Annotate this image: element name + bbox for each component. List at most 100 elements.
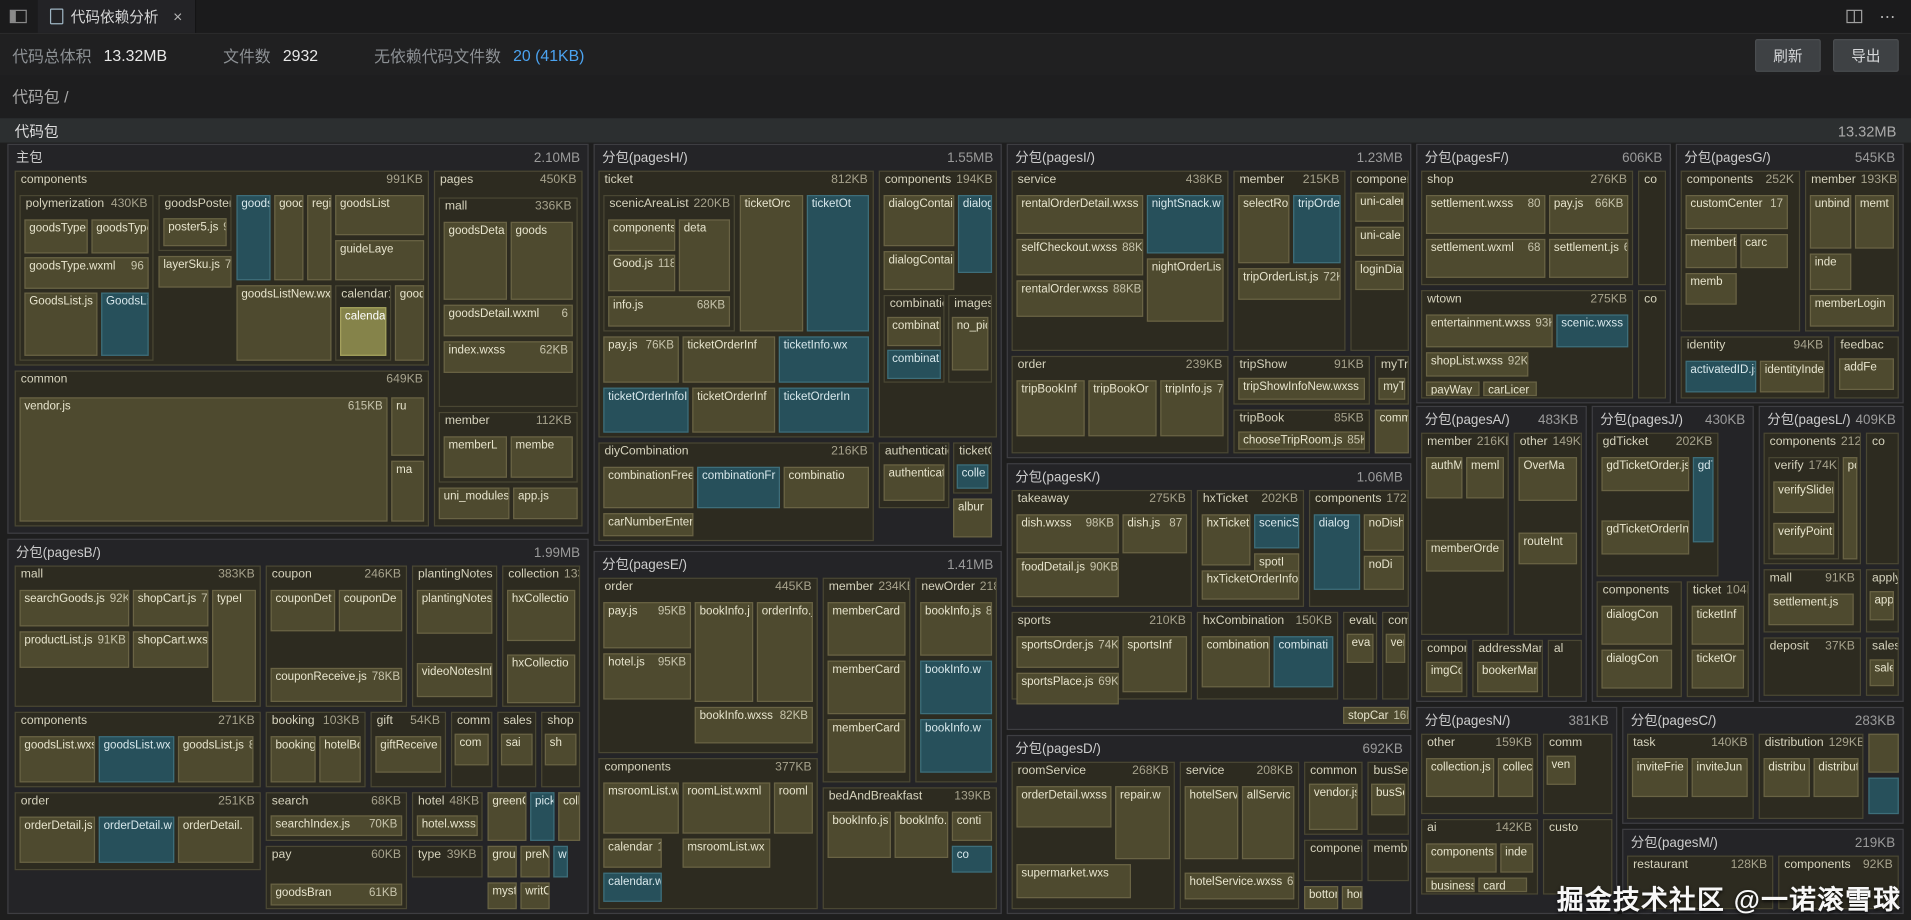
- cell-deposit[interactable]: deposit 37KB: [1763, 637, 1862, 696]
- cell-nightsnack.w[interactable]: nightSnack.w: [1146, 195, 1224, 254]
- cell-business[interactable]: business: [1425, 877, 1475, 893]
- cell-rooml[interactable]: rooml: [773, 782, 813, 834]
- cell-ticketinf[interactable]: ticketInf: [1691, 605, 1745, 645]
- cell-dialogcon[interactable]: dialogCon: [1601, 605, 1673, 645]
- cell-bookinfo.w[interactable]: bookInfo.w: [920, 719, 993, 773]
- cell-gdti[interactable]: gdTi: [1692, 457, 1714, 543]
- cell-plantingnotes[interactable]: plantingNotes: [416, 589, 493, 634]
- cell-roomlist.wxml[interactable]: roomList.wxml: [682, 782, 771, 834]
- cell-couponreceive.js[interactable]: couponReceive.js 78KB: [270, 667, 403, 702]
- cell-distribut[interactable]: distribut: [1813, 758, 1859, 798]
- cell-代码包[interactable]: 代码包 13.32MB: [0, 118, 1911, 143]
- cell-bookinfo.js[interactable]: bookInfo.js: [827, 811, 891, 858]
- cell-memb[interactable]: memb: [1685, 273, 1737, 305]
- cell-scenics[interactable]: scenicS: [1254, 514, 1300, 549]
- cell-goodslist.js[interactable]: GoodsList.js89KB: [24, 292, 98, 356]
- cell-hotelboo[interactable]: hotelBoo: [319, 736, 361, 783]
- cell-nodish[interactable]: noDish: [1363, 514, 1404, 551]
- cell-mytri[interactable]: myTri: [1378, 377, 1406, 400]
- cell-dialogcon[interactable]: dialogCon: [1601, 649, 1673, 689]
- cell-dialogcontaine[interactable]: dialogContaine: [883, 195, 955, 247]
- cell-dish.wxss[interactable]: dish.wxss 98KB: [1016, 514, 1119, 554]
- cell-eva[interactable]: eva: [1346, 633, 1374, 663]
- cell-goodstype.wxml[interactable]: goodsType.wxml 96: [24, 257, 149, 289]
- cell-productlist.js[interactable]: productList.js 91KB: [19, 631, 130, 668]
- cell-com[interactable]: com: [454, 733, 489, 766]
- cell-ru[interactable]: ru: [391, 397, 425, 456]
- cell-rentalorderdetail.wxss[interactable]: rentalOrderDetail.wxss: [1016, 195, 1144, 234]
- cell-poster5.js[interactable]: poster5.js 99KB: [163, 218, 227, 247]
- cell-no-pic.pr[interactable]: no_pic.pr: [951, 316, 989, 371]
- cell-goodslist.js[interactable]: goodsList.js 8: [177, 736, 254, 783]
- cell-preno[interactable]: preNo: [520, 845, 550, 878]
- cell-greenck[interactable]: greenCk: [487, 792, 527, 841]
- cell-colle[interactable]: colle: [558, 792, 581, 841]
- cell-good.js[interactable]: Good.js 118KB: [608, 254, 676, 292]
- cell-tripbookor[interactable]: tripBookOr: [1088, 380, 1157, 437]
- cell-goodslist.wx[interactable]: goodsList.wx: [98, 736, 175, 783]
- cell-bookinfo.js[interactable]: bookInfo.js 8: [920, 602, 993, 656]
- cell-combinati[interactable]: combinati: [887, 316, 941, 347]
- cell-combination[interactable]: combination: [1201, 636, 1270, 688]
- cell-mystery[interactable]: mystery: [487, 882, 517, 910]
- cell-distribu[interactable]: distribu: [1763, 758, 1810, 798]
- cell-guidelaye[interactable]: guideLaye: [335, 240, 425, 281]
- cell-hotel.wxss[interactable]: hotel.wxss: [416, 815, 478, 837]
- cell-tripbookinf[interactable]: tripBookInf: [1016, 380, 1085, 437]
- cell-dialogcontaine[interactable]: dialogContaine: [883, 251, 955, 291]
- cell-components[interactable]: components62KB: [608, 219, 676, 252]
- cell-fooddetail.js[interactable]: foodDetail.js 90KB: [1016, 558, 1119, 598]
- cell-co[interactable]: co: [1638, 170, 1667, 286]
- cell-shoplist.wxss[interactable]: shopList.wxss 92KB: [1425, 352, 1529, 377]
- cell-ticketorderinf[interactable]: ticketOrderInf: [682, 336, 776, 383]
- cell-nightorderlis[interactable]: nightOrderLis: [1146, 258, 1224, 322]
- cell-hxcollectio[interactable]: hxCollectio: [507, 589, 576, 642]
- cell-coupondet[interactable]: couponDet: [270, 589, 336, 632]
- cell-ticketorderinf[interactable]: ticketOrderInf: [692, 387, 776, 433]
- cell-dialog[interactable]: dialog: [957, 195, 993, 273]
- cell-collectic[interactable]: collectic: [1497, 758, 1534, 798]
- cell-msroomlist.wx[interactable]: msroomList.wx: [603, 782, 679, 834]
- cell-combinatio[interactable]: combinatio: [783, 466, 869, 509]
- cell-entertainment.wxss[interactable]: entertainment.wxss 93K: [1425, 314, 1553, 348]
- cell-inde[interactable]: inde: [1500, 843, 1534, 873]
- cell-bookinfo.w[interactable]: bookInfo.w: [920, 660, 993, 715]
- cell-scenic.wxss[interactable]: scenic.wxss: [1556, 314, 1629, 348]
- cell-sale[interactable]: sale: [1869, 659, 1894, 687]
- cell-goodslist.w[interactable]: GoodsList.w: [101, 292, 149, 356]
- cell-calenda[interactable]: calenda: [340, 307, 387, 356]
- cell-pc[interactable]: pc: [1842, 457, 1858, 560]
- cell-blank[interactable]: [1868, 733, 1899, 773]
- cell-ticketorderin[interactable]: ticketOrderIn: [778, 387, 869, 433]
- cell-nodi[interactable]: noDi: [1363, 555, 1404, 590]
- split-editor-icon[interactable]: [1846, 9, 1863, 24]
- cell-goodslist.wxss[interactable]: goodsList.wxss: [19, 736, 96, 783]
- cell-co[interactable]: co: [1638, 290, 1667, 399]
- cell-index.wxss[interactable]: index.wxss 62KB: [443, 341, 573, 373]
- cell-goodslist[interactable]: goodsList: [335, 195, 425, 236]
- cell-memberlogin[interactable]: memberLogin: [1809, 294, 1894, 327]
- cell-bookermana[interactable]: bookerMana: [1477, 661, 1539, 693]
- cell-hom[interactable]: hom: [1341, 886, 1363, 910]
- no-dependency-files-link[interactable]: 20 (41KB): [513, 46, 584, 64]
- cell-overma[interactable]: OverMa: [1518, 457, 1578, 501]
- cell-co[interactable]: co: [1865, 432, 1899, 565]
- cell-invitefrie[interactable]: inviteFrie: [1631, 758, 1688, 798]
- cell-card[interactable]: card: [1478, 877, 1528, 893]
- cell-combinati[interactable]: combinati: [887, 349, 941, 380]
- cell-ma[interactable]: ma: [391, 460, 425, 522]
- cell-rentalorder.wxss[interactable]: rentalOrder.wxss 88KB: [1016, 280, 1144, 317]
- cell-membercard[interactable]: memberCard: [827, 719, 906, 773]
- cell-dish.js[interactable]: dish.js 87: [1122, 514, 1188, 554]
- cell-searchgoods.js[interactable]: searchGoods.js 92KB: [19, 589, 130, 627]
- cell-settlement.wxml[interactable]: settlement.wxml 68: [1425, 238, 1546, 278]
- cell-unbind[interactable]: unbind: [1809, 195, 1852, 249]
- cell-tripshowinfonew.wxss[interactable]: tripShowInfoNew.wxss: [1238, 377, 1365, 400]
- cell-tripinfo.js[interactable]: tripInfo.js 7: [1160, 380, 1224, 437]
- cell-shopcart.wxss[interactable]: shopCart.wxss7: [132, 631, 209, 668]
- cell-collection.js[interactable]: collection.js96: [1425, 758, 1495, 798]
- cell-registr[interactable]: registr: [307, 195, 332, 281]
- cell-uni-cale[interactable]: uni-cale: [1355, 226, 1404, 256]
- cell-colle[interactable]: colle: [956, 464, 989, 489]
- cell-writof[interactable]: writOf: [520, 882, 550, 910]
